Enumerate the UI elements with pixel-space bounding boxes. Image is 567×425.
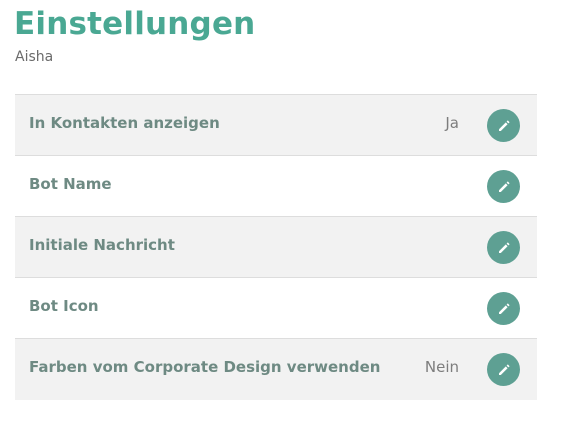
bot-name-subtitle: Aisha: [15, 49, 54, 65]
settings-list: In Kontakten anzeigen Ja Bot Name Initia…: [15, 94, 537, 400]
pencil-icon: [498, 241, 510, 253]
setting-row-corporate-design-colors: Farben vom Corporate Design verwenden Ne…: [15, 338, 537, 400]
setting-row-bot-name: Bot Name: [15, 155, 537, 216]
page-title: Einstellungen: [14, 6, 256, 42]
edit-corporate-design-colors-button[interactable]: [487, 353, 520, 386]
setting-label: Farben vom Corporate Design verwenden: [29, 358, 381, 376]
edit-show-in-contacts-button[interactable]: [487, 109, 520, 142]
setting-label: In Kontakten anzeigen: [29, 114, 220, 132]
edit-bot-name-button[interactable]: [487, 170, 520, 203]
setting-label: Initiale Nachricht: [29, 236, 175, 254]
pencil-icon: [498, 302, 510, 314]
setting-label: Bot Name: [29, 175, 112, 193]
pencil-icon: [498, 363, 510, 375]
edit-initial-message-button[interactable]: [487, 231, 520, 264]
setting-row-initial-message: Initiale Nachricht: [15, 216, 537, 277]
setting-label: Bot Icon: [29, 297, 99, 315]
setting-row-show-in-contacts: In Kontakten anzeigen Ja: [15, 94, 537, 155]
setting-value: Ja: [445, 114, 459, 132]
setting-row-bot-icon: Bot Icon: [15, 277, 537, 338]
setting-value: Nein: [424, 358, 459, 376]
pencil-icon: [498, 119, 510, 131]
edit-bot-icon-button[interactable]: [487, 292, 520, 325]
pencil-icon: [498, 180, 510, 192]
